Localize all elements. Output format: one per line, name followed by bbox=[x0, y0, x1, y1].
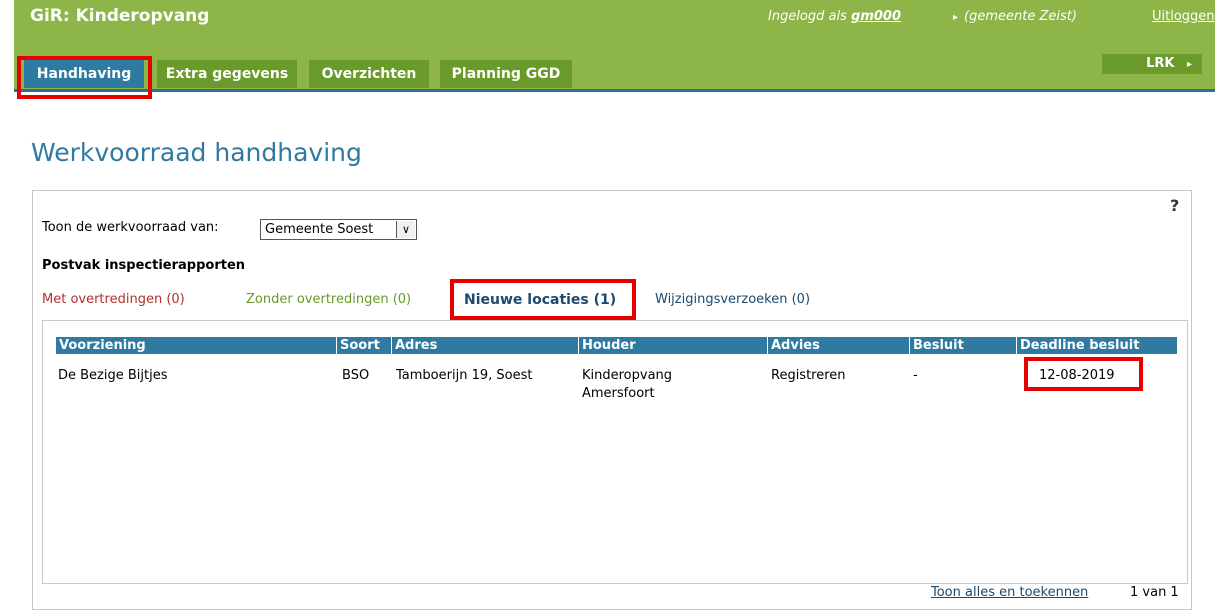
login-info: Ingelogd als gm000 bbox=[768, 9, 901, 24]
column-header-advies[interactable]: Advies bbox=[768, 337, 909, 354]
column-header-voorziening[interactable]: Voorziening bbox=[56, 337, 336, 354]
postvak-heading: Postvak inspectierapporten bbox=[42, 258, 246, 273]
cell-deadline: 12-08-2019 bbox=[1039, 368, 1115, 383]
lrk-button[interactable]: LRK ▸ bbox=[1102, 54, 1202, 74]
cell-adres: Tamboerijn 19, Soest bbox=[396, 368, 533, 383]
results-table-container bbox=[42, 320, 1188, 584]
tab-handhaving[interactable]: Handhaving bbox=[24, 60, 144, 88]
cell-houder: Kinderopvang Amersfoort bbox=[582, 367, 672, 403]
tab-planning-ggd[interactable]: Planning GGD bbox=[440, 60, 572, 88]
cell-soort: BSO bbox=[342, 368, 370, 383]
column-header-soort[interactable]: Soort bbox=[337, 337, 391, 354]
gemeente-select[interactable]: Gemeente Soest ∨ bbox=[260, 219, 417, 240]
cell-voorziening[interactable]: De Bezige Bijtjes bbox=[58, 367, 168, 385]
page-title: Werkvoorraad handhaving bbox=[31, 138, 362, 167]
cell-houder-line2: Amersfoort bbox=[582, 386, 655, 401]
cell-besluit: - bbox=[913, 368, 918, 383]
login-user[interactable]: gm000 bbox=[851, 9, 901, 24]
gemeente-select-value: Gemeente Soest bbox=[265, 222, 374, 237]
arrow-right-icon: ▸ bbox=[953, 12, 959, 23]
subtab-nieuwe-locaties[interactable]: Nieuwe locaties (1) bbox=[464, 292, 616, 308]
subtab-zonder-overtredingen[interactable]: Zonder overtredingen (0) bbox=[246, 292, 411, 307]
lrk-label: LRK bbox=[1146, 56, 1175, 71]
gemeente-switch[interactable]: ▸ (gemeente Zeist) bbox=[953, 9, 1077, 24]
subtab-met-overtredingen[interactable]: Met overtredingen (0) bbox=[42, 292, 185, 307]
gemeente-label: (gemeente Zeist) bbox=[964, 9, 1077, 24]
filter-label: Toon de werkvoorraad van: bbox=[42, 220, 219, 235]
subtab-wijzigingsverzoeken[interactable]: Wijzigingsverzoeken (0) bbox=[655, 292, 810, 307]
arrow-right-icon: ▸ bbox=[1186, 59, 1192, 70]
help-icon[interactable]: ? bbox=[1170, 196, 1179, 215]
chevron-down-icon[interactable]: ∨ bbox=[396, 221, 415, 238]
tab-overzichten[interactable]: Overzichten bbox=[309, 60, 429, 88]
column-header-houder[interactable]: Houder bbox=[579, 337, 767, 354]
page-indicator: 1 van 1 bbox=[1130, 585, 1179, 600]
logout-link[interactable]: Uitloggen bbox=[1152, 9, 1215, 24]
tab-extra-gegevens[interactable]: Extra gegevens bbox=[157, 60, 297, 88]
toon-alles-link[interactable]: Toon alles en toekennen bbox=[931, 585, 1088, 600]
header-divider bbox=[14, 89, 1215, 92]
cell-houder-line1: Kinderopvang bbox=[582, 368, 673, 383]
column-header-adres[interactable]: Adres bbox=[392, 337, 578, 354]
cell-advies: Registreren bbox=[771, 368, 846, 383]
app-title: GiR: Kinderopvang bbox=[30, 6, 210, 26]
column-header-besluit[interactable]: Besluit bbox=[910, 337, 1016, 354]
login-prefix: Ingelogd als bbox=[768, 9, 852, 24]
column-header-deadline-besluit[interactable]: Deadline besluit bbox=[1017, 337, 1177, 354]
